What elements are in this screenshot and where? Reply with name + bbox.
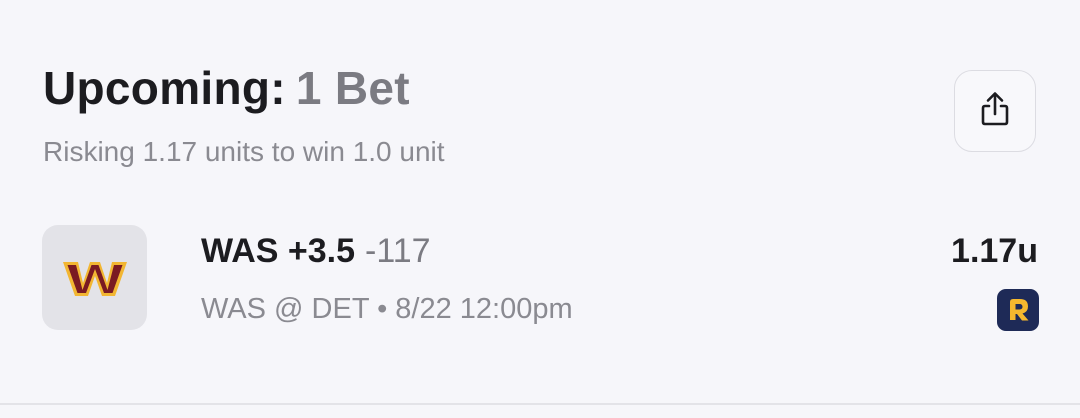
bet-line: WAS +3.5 -117: [201, 229, 431, 273]
bet-pick: WAS +3.5: [201, 232, 356, 270]
bet-stake: 1.17u: [951, 232, 1038, 270]
bottom-divider: [0, 403, 1080, 405]
bet-count: 1 Bet: [295, 62, 410, 114]
share-icon: [975, 89, 1015, 134]
title-label: Upcoming:: [43, 62, 286, 114]
washington-commanders-logo-icon: [62, 261, 127, 296]
game-info: WAS @ DET • 8/22 12:00pm: [201, 293, 573, 325]
page-title: Upcoming: 1 Bet: [43, 60, 410, 116]
share-button[interactable]: [954, 70, 1036, 152]
team-logo: [42, 225, 147, 330]
upcoming-bets-card: Upcoming: 1 Bet Risking 1.17 units to win…: [0, 0, 1080, 404]
risk-summary: Risking 1.17 units to win 1.0 unit: [43, 136, 445, 167]
sportsbook-icon: [997, 289, 1039, 331]
bet-odds: -117: [365, 232, 431, 270]
